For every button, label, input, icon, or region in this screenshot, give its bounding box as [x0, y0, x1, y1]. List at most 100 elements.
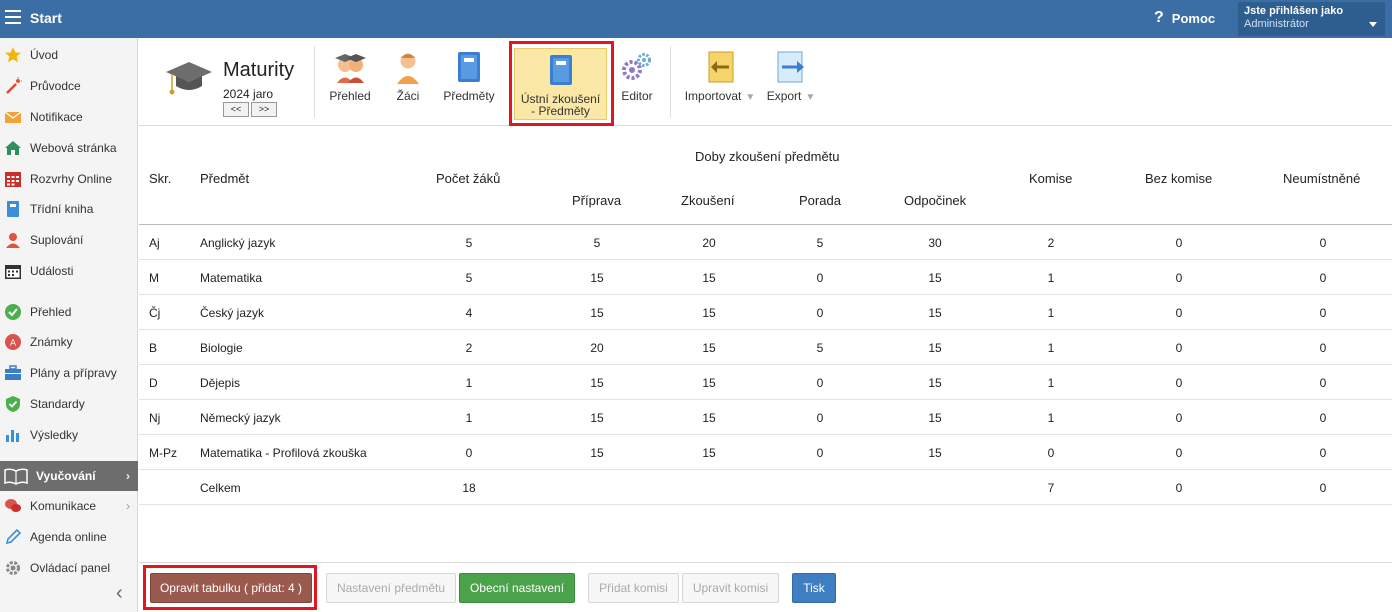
cell-predmet: Anglický jazyk — [200, 236, 276, 250]
overview-button[interactable]: Přehled — [325, 46, 375, 122]
cell-bez-komise: 0 — [1175, 446, 1183, 460]
prev-term-button[interactable]: << — [223, 102, 249, 117]
star-icon — [4, 46, 22, 64]
chevron-right-icon: › — [126, 469, 130, 483]
column-header-porada: Porada — [799, 193, 841, 208]
sidebar-item-ovladaci-panel[interactable]: Ovládací panel — [0, 553, 138, 583]
table-row[interactable]: D Dějepis 1 15 15 0 15 1 0 0 — [139, 365, 1392, 400]
hamburger-menu-icon[interactable] — [5, 10, 21, 24]
sidebar-item-udalosti[interactable]: Události — [0, 256, 138, 286]
cell-skr: M-Pz — [149, 446, 177, 460]
table-row[interactable]: Aj Anglický jazyk 5 5 20 5 30 2 0 0 — [139, 225, 1392, 260]
export-button[interactable]: Export ▼ — [764, 46, 818, 122]
cell-skr: M — [149, 271, 159, 285]
sidebar-item-standardy[interactable]: Standardy — [0, 389, 138, 419]
help-link[interactable]: ? Pomoc — [1154, 9, 1215, 27]
dropdown-arrow-icon: ▼ — [745, 92, 756, 103]
app-title[interactable]: Start — [30, 10, 62, 26]
sidebar-item-label: Suplování — [30, 233, 84, 247]
sidebar-item-znamky[interactable]: A Známky — [0, 327, 138, 357]
cell-komise: 1 — [1047, 411, 1055, 425]
sidebar-item-notifikace[interactable]: Notifikace — [0, 102, 138, 132]
total-pocet: 18 — [462, 481, 476, 495]
chat-icon — [4, 497, 22, 515]
sidebar-item-rozvrhy-online[interactable]: Rozvrhy Online — [0, 164, 138, 194]
import-button[interactable]: Importovat ▼ — [683, 46, 757, 122]
cell-neumistene: 0 — [1319, 236, 1327, 250]
table-row[interactable]: M Matematika 5 15 15 0 15 1 0 0 — [139, 260, 1392, 295]
cell-bez-komise: 0 — [1175, 271, 1183, 285]
cell-predmet: Český jazyk — [200, 306, 265, 320]
subjects-button[interactable]: Předměty — [441, 46, 497, 122]
cell-bez-komise: 0 — [1175, 341, 1183, 355]
home-icon — [4, 139, 22, 157]
students-button[interactable]: Žáci — [391, 46, 425, 122]
book-icon — [544, 53, 578, 87]
sidebar-item-label: Rozvrhy Online — [30, 172, 113, 186]
gear-icon — [4, 559, 22, 577]
sidebar-item-suplovani[interactable]: Suplování — [0, 225, 138, 255]
sidebar-item-label: Známky — [30, 335, 73, 349]
cell-pocet: 4 — [465, 306, 473, 320]
table-row[interactable]: M-Pz Matematika - Profilová zkouška 0 15… — [139, 435, 1392, 470]
sidebar-item-komunikace[interactable]: Komunikace › — [0, 491, 138, 521]
cell-zkouseni: 15 — [702, 411, 716, 425]
editor-button[interactable]: Editor — [617, 46, 657, 122]
chevron-down-icon — [1369, 22, 1377, 27]
cell-komise: 1 — [1047, 271, 1055, 285]
sidebar-item-label: Průvodce — [30, 79, 81, 93]
sidebar-item-agenda-online[interactable]: Agenda online — [0, 522, 138, 552]
add-commission-button[interactable]: Přidat komisi — [588, 573, 679, 603]
cell-zkouseni: 15 — [702, 446, 716, 460]
cell-priprava: 15 — [590, 446, 604, 460]
export-icon — [774, 50, 808, 84]
user-menu[interactable]: Jste přihlášen jako Administrátor — [1238, 2, 1385, 36]
print-button[interactable]: Tisk — [792, 573, 836, 603]
cell-komise: 1 — [1047, 306, 1055, 320]
cell-pocet: 5 — [465, 236, 473, 250]
oral-exam-subjects-button[interactable]: Ústní zkoušení - Předměty — [514, 48, 607, 120]
fix-table-button[interactable]: Opravit tabulku ( přidat: 4 ) — [150, 573, 312, 603]
general-settings-button[interactable]: Obecní nastavení — [459, 573, 575, 603]
exam-term: 2024 jaro — [223, 87, 274, 101]
edit-commission-button[interactable]: Upravit komisi — [682, 573, 779, 603]
cell-komise: 1 — [1047, 376, 1055, 390]
sidebar-item-vysledky[interactable]: Výsledky — [0, 420, 138, 450]
cell-pocet: 1 — [465, 376, 473, 390]
cell-predmet: Matematika - Profilová zkouška — [200, 446, 367, 460]
subject-settings-button[interactable]: Nastavení předmětu — [326, 573, 456, 603]
collapse-sidebar-icon[interactable]: ‹ — [116, 582, 123, 605]
sidebar-item-tridni-kniha[interactable]: Třídní kniha — [0, 194, 138, 224]
cell-predmet: Německý jazyk — [200, 411, 281, 425]
user-role: Administrátor — [1244, 18, 1309, 30]
separator — [670, 46, 671, 118]
next-term-button[interactable]: >> — [251, 102, 277, 117]
cell-porada: 0 — [816, 271, 824, 285]
exam-title: Maturity — [223, 59, 295, 81]
sidebar-item-prehled[interactable]: Přehled — [0, 297, 138, 327]
book-icon — [4, 200, 22, 218]
cell-komise: 2 — [1047, 236, 1055, 250]
table-row[interactable]: Čj Český jazyk 4 15 15 0 15 1 0 0 — [139, 295, 1392, 330]
sidebar-item-label: Události — [30, 264, 74, 278]
gears-icon — [620, 50, 654, 84]
cell-porada: 0 — [816, 411, 824, 425]
cell-neumistene: 0 — [1319, 376, 1327, 390]
cell-odpocinek: 15 — [928, 341, 942, 355]
table-row[interactable]: B Biologie 2 20 15 5 15 1 0 0 — [139, 330, 1392, 365]
cell-porada: 0 — [816, 306, 824, 320]
sidebar-item-pruvodce[interactable]: Průvodce — [0, 71, 138, 101]
cell-priprava: 15 — [590, 376, 604, 390]
cell-skr: B — [149, 341, 158, 355]
shield-check-icon — [4, 395, 22, 413]
table-row[interactable]: Nj Německý jazyk 1 15 15 0 15 1 0 0 — [139, 400, 1392, 435]
sidebar-item-label: Komunikace — [30, 499, 97, 513]
cell-porada: 0 — [816, 376, 824, 390]
sidebar: Úvod Průvodce Notifikace Webová stránka … — [0, 38, 138, 612]
sidebar-item-plany[interactable]: Plány a přípravy — [0, 358, 138, 388]
sidebar-item-webova-stranka[interactable]: Webová stránka — [0, 133, 138, 163]
sidebar-item-uvod[interactable]: Úvod — [0, 40, 138, 70]
cell-pocet: 2 — [465, 341, 473, 355]
sidebar-item-vyucovani[interactable]: Vyučování › — [0, 461, 138, 491]
cell-odpocinek: 15 — [928, 306, 942, 320]
